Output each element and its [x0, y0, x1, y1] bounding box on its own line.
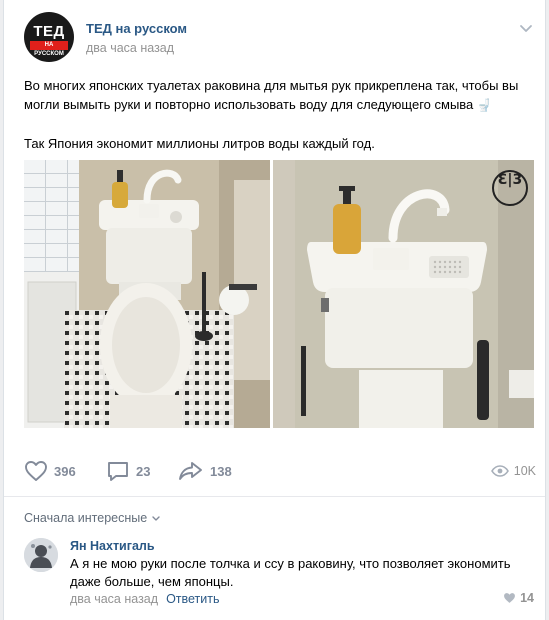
eye-icon — [490, 465, 509, 477]
divider — [4, 496, 545, 497]
reply-button[interactable]: Ответить — [166, 592, 219, 606]
commenter-name-link[interactable]: Ян Нахтигаль — [70, 539, 155, 553]
photo-watermark-logo: Ɛ|3 — [492, 170, 528, 206]
comment-button[interactable]: 23 — [106, 456, 150, 486]
shares-count: 138 — [210, 463, 232, 479]
comment-text: А я не мою руки после толчка и ссу в рак… — [70, 556, 511, 589]
like-button[interactable]: 396 — [24, 456, 76, 486]
heart-icon — [25, 461, 47, 481]
commenter-avatar[interactable] — [24, 538, 58, 572]
avatar-logo-subtext: НА РУССКОМ — [30, 41, 68, 57]
post-text: Во многих японских туалетах раковина для… — [24, 76, 534, 153]
comment-likes-count: 14 — [520, 591, 534, 605]
post-photo-toilet-sink-closeup[interactable]: Ɛ|3 — [273, 160, 534, 428]
post-text-paragraph: Во многих японских туалетах раковина для… — [24, 78, 519, 112]
comments-count: 23 — [136, 463, 151, 479]
post-menu-chevron-icon[interactable] — [518, 20, 534, 36]
community-avatar[interactable]: ТЕД НА РУССКОМ — [24, 12, 74, 62]
chevron-down-icon — [152, 516, 160, 521]
share-button[interactable]: 138 — [178, 456, 232, 486]
toilet-icon: 🚽 — [476, 98, 492, 112]
post-card: ТЕД НА РУССКОМ ТЕД на русском два часа н… — [3, 0, 546, 620]
comment-like-button[interactable]: 14 — [503, 591, 534, 605]
comment-meta: два часа назад Ответить — [70, 592, 220, 606]
likes-count: 396 — [54, 463, 76, 479]
post-photo-toilet-sink[interactable] — [24, 160, 270, 428]
post-actions: 396 23 138 10K — [24, 456, 536, 486]
views-counter: 10K — [490, 456, 536, 486]
comments-sort-dropdown[interactable]: Сначала интересные — [24, 511, 162, 525]
post-header: ТЕД НА РУССКОМ ТЕД на русском два часа н… — [24, 12, 534, 62]
views-count: 10K — [513, 464, 536, 478]
avatar-logo-text: ТЕД — [33, 23, 65, 40]
post-author-link[interactable]: ТЕД на русском — [86, 21, 187, 36]
post-text-paragraph: Так Япония экономит миллионы литров воды… — [24, 136, 375, 151]
comment-item: Ян Нахтигаль А я не мою руки после толчк… — [24, 538, 536, 618]
share-arrow-icon — [179, 462, 202, 480]
post-time[interactable]: два часа назад — [86, 41, 174, 55]
comment-time[interactable]: два часа назад — [70, 592, 158, 606]
comment-icon — [108, 462, 128, 481]
heart-icon — [504, 593, 516, 603]
sort-label: Сначала интересные — [24, 511, 148, 525]
